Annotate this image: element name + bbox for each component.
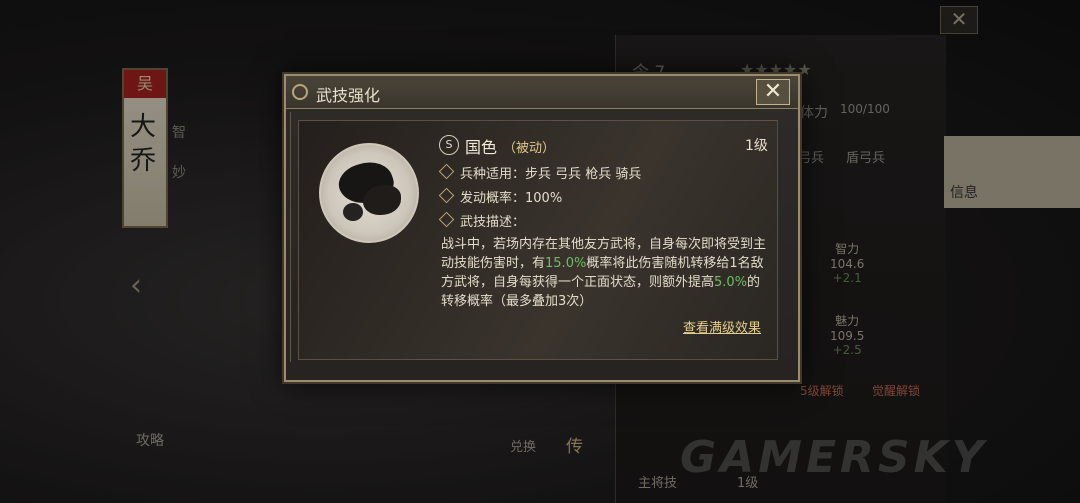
desc-highlight-rate: 15.0% <box>545 256 587 271</box>
skill-level: 1级 <box>745 138 768 154</box>
desc-highlight-bonus: 5.0% <box>714 275 748 290</box>
diamond-icon <box>438 163 455 180</box>
skill-card: S 国色 （被动） 1级 兵种适用：步兵 弓兵 枪兵 骑兵 发动概率：100% … <box>298 120 778 360</box>
dialog-title: 武技强化 <box>316 86 381 105</box>
diamond-icon <box>438 211 455 228</box>
trigger-rate: 发动概率：100% <box>460 191 563 206</box>
skill-ink-emblem-icon <box>319 143 419 243</box>
skill-type: （被动） <box>503 141 556 156</box>
close-button[interactable]: ✕ <box>756 79 790 105</box>
skill-enhance-dialog: 武技强化 ✕ S 国色 （被动） 1级 兵种适用：步兵 弓兵 枪兵 骑兵 发动概… <box>284 74 800 382</box>
dialog-header: 武技强化 ✕ <box>286 76 798 109</box>
ornament-icon <box>292 84 308 100</box>
diamond-icon <box>438 187 455 204</box>
description-label-row: 武技描述： <box>438 211 526 230</box>
trigger-rate-row: 发动概率：100% <box>438 187 563 206</box>
skill-grade-badge: S <box>439 135 459 155</box>
skill-name: 国色 <box>465 138 498 157</box>
skill-description: 战斗中，若场内存在其他友方武将，自身每次即将受到主动技能伤害时，有15.0%概率… <box>441 235 767 311</box>
description-label: 武技描述： <box>460 215 526 230</box>
troop-types-row: 兵种适用：步兵 弓兵 枪兵 骑兵 <box>438 163 642 182</box>
frame-ornament <box>290 112 297 362</box>
troop-types: 兵种适用：步兵 弓兵 枪兵 骑兵 <box>460 167 642 182</box>
view-max-level-link[interactable]: 查看满级效果 <box>683 317 761 336</box>
